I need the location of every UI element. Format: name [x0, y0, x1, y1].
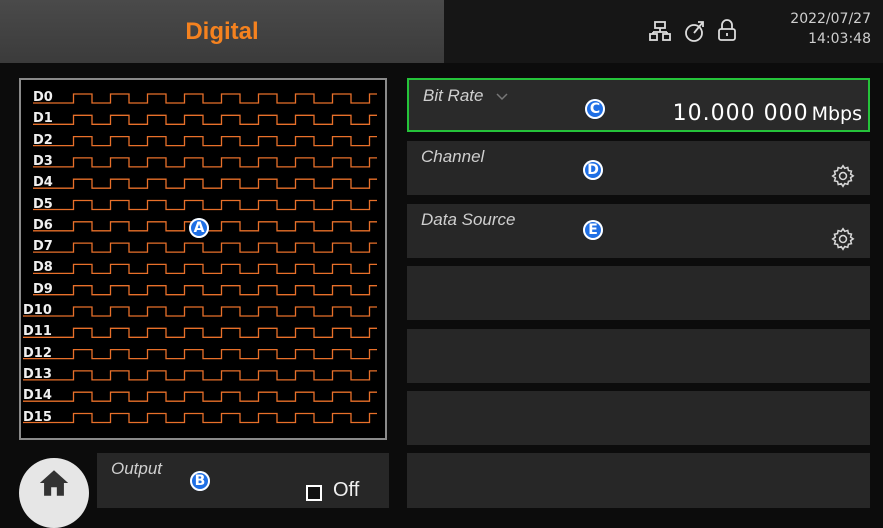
channel-trace	[33, 285, 377, 296]
channel-label: D11	[23, 324, 52, 340]
channel-trace	[33, 178, 377, 189]
header-title-bar: Digital	[0, 0, 444, 63]
empty-panel-4	[407, 453, 870, 508]
usb-icon	[685, 21, 704, 42]
network-icon	[649, 21, 671, 41]
empty-panel-2	[407, 329, 870, 383]
channel-label: D1	[33, 111, 53, 127]
channel-label: D14	[23, 388, 52, 404]
channel-trace	[23, 370, 377, 381]
bit-rate-panel[interactable]: Bit Rate C 10.000 000 Mbps	[407, 78, 870, 132]
home-icon	[39, 470, 69, 496]
channel-label: D2	[33, 132, 53, 148]
empty-panel-1	[407, 266, 870, 320]
callout-e: E	[583, 220, 603, 240]
gear-icon[interactable]	[830, 226, 856, 252]
empty-panel-3	[407, 391, 870, 445]
home-button[interactable]	[19, 458, 89, 528]
channel-label: D12	[23, 345, 52, 361]
data-source-label: Data Source	[421, 210, 516, 229]
channel-trace	[33, 199, 377, 211]
channel-trace	[23, 391, 377, 402]
channel-trace	[23, 327, 377, 338]
channel-label: D7	[33, 239, 53, 255]
output-state: Off	[333, 479, 360, 501]
channel-trace	[33, 135, 377, 147]
channel-label: D8	[33, 260, 53, 276]
time-text: 14:03:48	[808, 31, 871, 47]
lock-icon	[718, 19, 736, 41]
channel-panel[interactable]: Channel D	[407, 141, 870, 195]
bit-rate-label: Bit Rate	[423, 86, 508, 106]
output-panel[interactable]: Output B Off	[97, 453, 389, 508]
channel-label: D9	[33, 281, 53, 297]
channel-label: D0	[33, 90, 53, 105]
output-label: Output	[111, 459, 163, 478]
page-title: Digital	[185, 17, 259, 45]
channel-trace	[33, 114, 377, 125]
channel-trace	[23, 306, 377, 317]
channel-label: D13	[23, 366, 52, 382]
channel-trace	[33, 263, 377, 275]
callout-d: D	[583, 160, 603, 180]
bit-rate-value: 10.000 000 Mbps	[672, 101, 862, 126]
channel-label: D3	[33, 153, 53, 169]
date-text: 2022/07/27	[790, 11, 871, 27]
gear-icon[interactable]	[830, 163, 856, 189]
status-bar: 2022/07/27 14:03:48	[444, 0, 883, 63]
channel-label: D6	[33, 217, 53, 233]
channel-trace	[33, 242, 377, 253]
channel-label: D10	[23, 303, 52, 318]
chevron-down-icon	[496, 92, 508, 100]
data-source-panel[interactable]: Data Source E	[407, 204, 870, 258]
channel-trace	[33, 93, 377, 104]
output-checkbox[interactable]	[306, 485, 322, 501]
channel-trace	[33, 157, 377, 168]
digital-waveform-display[interactable]: D0 D1 D2 D3 D4 D5 D6 D7 D8 D9 D10 D11 D12 D13 D14 D15 A	[19, 78, 387, 440]
callout-b: B	[190, 471, 210, 491]
channel-label: Channel	[421, 147, 485, 166]
channel-label: D5	[33, 196, 53, 212]
channel-trace	[23, 348, 377, 360]
channel-label: D15	[23, 409, 52, 425]
callout-a: A	[189, 218, 209, 238]
datetime: 2022/07/27 14:03:48	[790, 9, 871, 49]
channel-label: D4	[33, 175, 53, 191]
channel-trace	[23, 412, 377, 424]
callout-c: C	[585, 99, 605, 119]
waveform-traces	[23, 93, 377, 424]
